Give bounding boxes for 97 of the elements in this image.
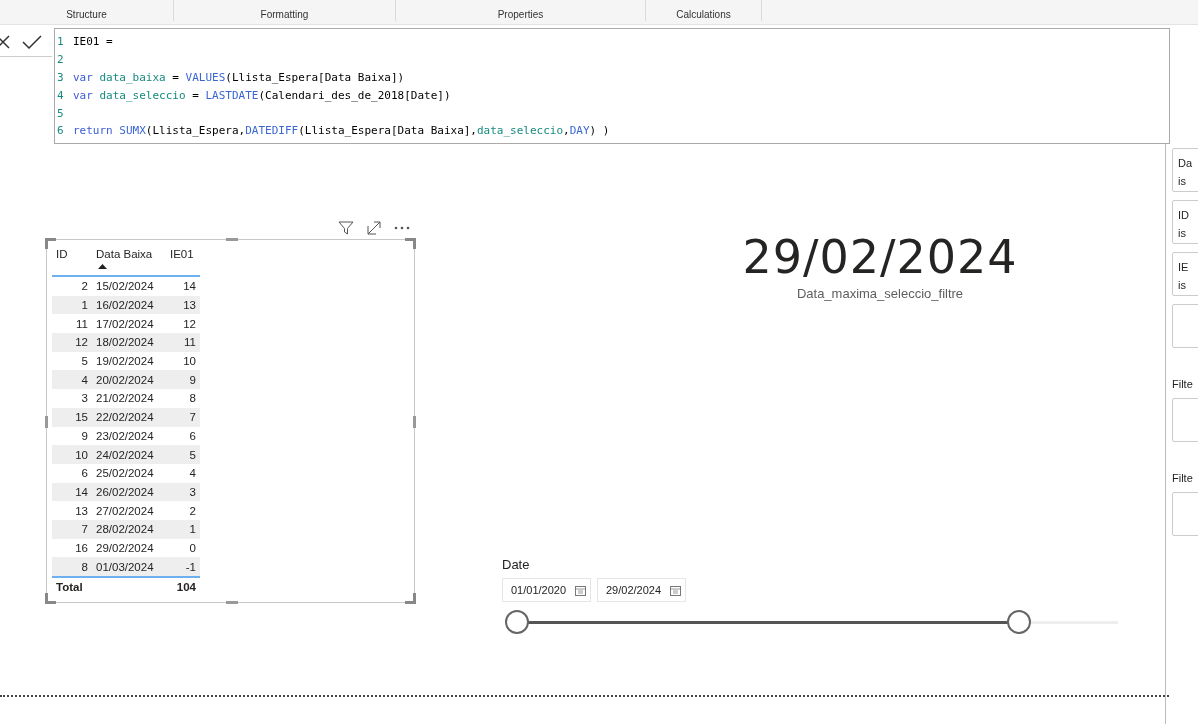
table-cell: 25/02/2024 (96, 467, 154, 480)
more-options-icon[interactable] (394, 226, 410, 230)
code-line: IE01 = (73, 35, 113, 49)
slider-thumb[interactable] (505, 610, 529, 634)
filter-section-heading: Filte (1172, 378, 1194, 390)
code-line: return SUMX(Llista_Espera,DATEDIFF(Llista_Espera[Data Baixa],data_seleccio,DAY) ) (73, 124, 610, 138)
code-line: var data_baixa = VALUES(Llista_Espera[Data Baixa]) (73, 71, 405, 84)
table-cell: 13 (75, 504, 88, 517)
resize-handle[interactable] (226, 238, 238, 241)
table-cell: 2 (81, 280, 88, 293)
filter-card[interactable]: IE is (1172, 252, 1198, 296)
table-cell: 27/02/2024 (96, 504, 154, 517)
line-number: 3 (56, 71, 65, 84)
table-cell: 9 (189, 373, 196, 386)
table-cell: 15 (75, 411, 88, 424)
table-cell: 5 (189, 448, 196, 461)
table-cell: 11 (184, 336, 196, 349)
table-cell: 9 (81, 429, 88, 442)
table-cell: 7 (81, 523, 88, 536)
table-cell: 7 (189, 411, 196, 424)
filter-section-heading: Filte (1172, 472, 1194, 484)
resize-handle[interactable] (45, 416, 48, 428)
ribbon-group-label: Structure (66, 9, 107, 20)
resize-handle[interactable] (405, 593, 416, 604)
table-cell: 13 (183, 299, 196, 312)
ribbon-group-label: Calculations (676, 9, 731, 20)
table-cell: 01/03/2024 (96, 560, 154, 573)
code-line: var data_seleccio = LASTDATE(Calendari_des_de_2018[Date]) (73, 88, 451, 102)
column-header[interactable]: Data Baixa (96, 248, 153, 260)
table-cell: 11 (76, 317, 88, 330)
calendar-icon[interactable] (670, 584, 681, 596)
column-header[interactable]: ID (56, 248, 68, 260)
table-cell: 2 (189, 504, 196, 517)
calendar-icon[interactable] (575, 584, 586, 596)
resize-handle[interactable] (405, 238, 416, 249)
total-value: 104 (176, 581, 196, 594)
filter-card[interactable]: ID is (1172, 200, 1198, 244)
table-cell: 14 (183, 280, 196, 293)
focus-mode-icon[interactable] (366, 220, 382, 236)
table-cell: 23/02/2024 (96, 429, 154, 442)
table-cell: 8 (189, 392, 196, 405)
card-label: Data_maxima_seleccio_filtre (796, 286, 964, 301)
line-number: 5 (56, 106, 65, 120)
slicer-title: Date (502, 557, 531, 572)
filter-icon[interactable] (338, 220, 354, 236)
check-icon[interactable] (22, 35, 42, 49)
total-label: Total (56, 581, 83, 594)
table-cell: 1 (81, 299, 88, 312)
table-cell: 22/02/2024 (96, 411, 154, 424)
card-value: 29/02/2024 (742, 230, 1018, 284)
close-icon[interactable] (0, 35, 10, 49)
line-number: 6 (56, 124, 65, 138)
table-cell: 26/02/2024 (96, 485, 154, 498)
resize-handle[interactable] (226, 601, 238, 604)
table-cell: 24/02/2024 (96, 448, 154, 461)
table-cell: 4 (189, 467, 196, 480)
table-cell: 5 (81, 355, 88, 368)
table-cell: 17/02/2024 (96, 317, 154, 330)
resize-handle[interactable] (413, 416, 416, 428)
table-cell: 6 (189, 429, 196, 442)
table-cell: 21/02/2024 (96, 392, 154, 405)
table-cell: 12 (75, 336, 88, 349)
table-cell: 16/02/2024 (96, 299, 154, 312)
formula-editor[interactable] (54, 28, 1170, 144)
column-header[interactable]: IE01 (170, 248, 194, 260)
table-cell: 6 (81, 467, 88, 480)
table-cell: 0 (189, 541, 196, 554)
table-cell: 19/02/2024 (96, 355, 154, 368)
filter-card[interactable]: Da is (1172, 148, 1198, 192)
table-cell: 28/02/2024 (96, 523, 154, 536)
line-number: 4 (56, 88, 65, 102)
table-visual[interactable] (46, 239, 415, 603)
line-number: 2 (56, 53, 65, 67)
resize-handle[interactable] (45, 238, 56, 249)
table-cell: 8 (81, 560, 88, 573)
table-cell: 18/02/2024 (96, 336, 154, 349)
end-date-field[interactable]: 29/02/2024 (597, 578, 686, 602)
table-cell: 20/02/2024 (96, 373, 154, 386)
line-number: 1 (56, 35, 65, 49)
table-cell: 14 (75, 485, 88, 498)
table-cell: -1 (185, 560, 196, 573)
table-cell: 12 (183, 317, 196, 330)
resize-handle[interactable] (45, 593, 56, 604)
ribbon-group-label: Properties (497, 9, 544, 20)
start-date-field[interactable]: 01/01/2020 (502, 578, 591, 602)
table-cell: 3 (189, 485, 196, 498)
table-cell: 1 (189, 523, 196, 536)
table-cell: 16 (75, 541, 88, 554)
table-cell: 15/02/2024 (96, 280, 154, 293)
table-cell: 4 (81, 373, 88, 386)
table-cell: 10 (75, 448, 88, 461)
slider-thumb[interactable] (1006, 610, 1031, 634)
table-cell: 29/02/2024 (96, 541, 154, 554)
ribbon-group-label: Formatting (260, 9, 309, 20)
sort-arrow-icon (98, 264, 107, 269)
table-cell: 10 (183, 355, 196, 368)
table-cell: 3 (81, 392, 88, 405)
